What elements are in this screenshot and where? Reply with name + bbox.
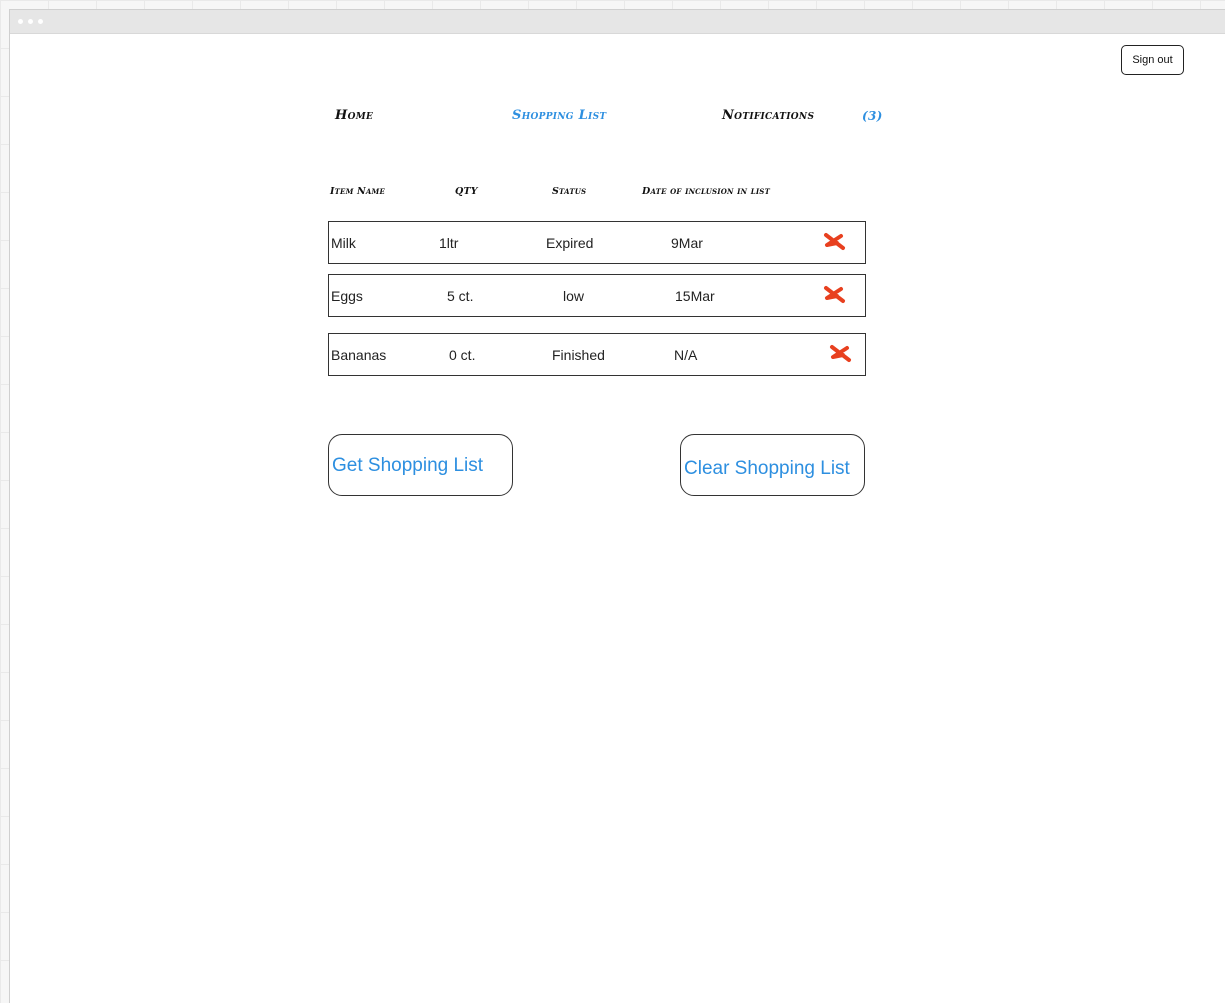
clear-shopping-list-button[interactable]: Clear Shopping List (680, 434, 865, 496)
nav-home[interactable]: Home (335, 108, 373, 123)
cell-qty: 5 ct. (447, 288, 474, 304)
cell-date: 15Mar (675, 288, 715, 304)
window-dot[interactable] (38, 19, 43, 24)
delete-x-icon[interactable] (823, 232, 847, 252)
column-header-item-name: Item Name (330, 186, 386, 197)
nav-shopping-list[interactable]: Shopping List (512, 108, 606, 123)
cell-item-name: Eggs (331, 288, 363, 304)
notifications-count-badge[interactable]: (3) (862, 109, 883, 123)
window-dot[interactable] (18, 19, 23, 24)
cell-status: Expired (546, 235, 594, 251)
column-header-date: Date of inclusion in list (642, 186, 770, 197)
sign-out-button[interactable]: Sign out (1121, 45, 1184, 75)
window-titlebar (10, 10, 1225, 34)
cell-status: Finished (552, 347, 605, 363)
table-row: Bananas 0 ct. Finished N/A (328, 333, 866, 376)
cell-item-name: Bananas (331, 347, 387, 363)
cell-item-name: Milk (331, 235, 356, 251)
delete-x-icon[interactable] (823, 285, 847, 305)
browser-window (9, 9, 1225, 1003)
column-header-qty: QTY (455, 186, 478, 197)
table-row: Eggs 5 ct. low 15Mar (328, 274, 866, 317)
cell-qty: 0 ct. (449, 347, 476, 363)
cell-date: 9Mar (671, 235, 703, 251)
window-controls (18, 19, 43, 24)
get-shopping-list-button[interactable]: Get Shopping List (328, 434, 513, 496)
window-dot[interactable] (28, 19, 33, 24)
table-row: Milk 1ltr Expired 9Mar (328, 221, 866, 264)
cell-date: N/A (674, 347, 698, 363)
cell-qty: 1ltr (439, 235, 459, 251)
delete-x-icon[interactable] (829, 344, 853, 364)
nav-notifications[interactable]: Notifications (722, 108, 814, 123)
column-header-status: Status (552, 186, 587, 197)
cell-status: low (563, 288, 585, 304)
